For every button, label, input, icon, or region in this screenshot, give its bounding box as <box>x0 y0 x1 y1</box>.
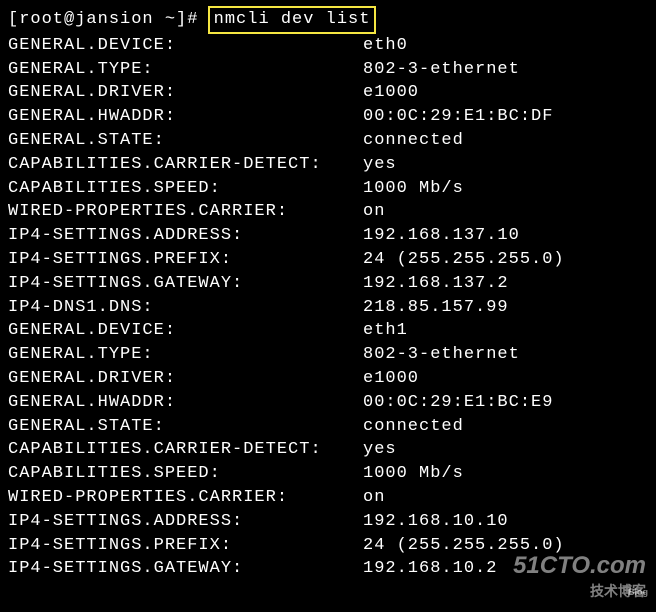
property-value: 24 (255.255.255.0) <box>363 248 565 272</box>
terminal-output: GENERAL.DEVICE:eth0GENERAL.TYPE:802-3-et… <box>8 34 648 581</box>
property-value: 1000 Mb/s <box>363 462 464 486</box>
command-highlight-box: nmcli dev list <box>208 6 377 34</box>
output-row: CAPABILITIES.SPEED:1000 Mb/s <box>8 462 648 486</box>
output-row: GENERAL.DEVICE:eth0 <box>8 34 648 58</box>
property-label: GENERAL.HWADDR: <box>8 391 363 415</box>
output-row: IP4-SETTINGS.GATEWAY:192.168.137.2 <box>8 272 648 296</box>
property-value: 192.168.137.2 <box>363 272 509 296</box>
property-value: connected <box>363 415 464 439</box>
property-label: IP4-SETTINGS.PREFIX: <box>8 248 363 272</box>
output-row: GENERAL.DEVICE:eth1 <box>8 319 648 343</box>
property-value: yes <box>363 438 397 462</box>
terminal-prompt-line[interactable]: [root@jansion ~]# nmcli dev list <box>8 6 648 34</box>
output-row: IP4-DNS1.DNS:218.85.157.99 <box>8 296 648 320</box>
property-label: CAPABILITIES.SPEED: <box>8 462 363 486</box>
property-value: eth1 <box>363 319 408 343</box>
property-value: on <box>363 486 385 510</box>
output-row: GENERAL.STATE:connected <box>8 415 648 439</box>
output-row: GENERAL.STATE:connected <box>8 129 648 153</box>
property-label: GENERAL.DEVICE: <box>8 319 363 343</box>
property-label: CAPABILITIES.SPEED: <box>8 177 363 201</box>
property-label: IP4-SETTINGS.PREFIX: <box>8 534 363 558</box>
property-label: GENERAL.DRIVER: <box>8 367 363 391</box>
output-row: WIRED-PROPERTIES.CARRIER:on <box>8 200 648 224</box>
property-value: yes <box>363 153 397 177</box>
property-value: e1000 <box>363 81 419 105</box>
watermark: 51CTO.com 技术博客 Blog <box>513 549 646 602</box>
output-row: WIRED-PROPERTIES.CARRIER:on <box>8 486 648 510</box>
property-label: GENERAL.DEVICE: <box>8 34 363 58</box>
property-value: 192.168.137.10 <box>363 224 520 248</box>
output-row: IP4-SETTINGS.PREFIX:24 (255.255.255.0) <box>8 248 648 272</box>
output-row: CAPABILITIES.SPEED:1000 Mb/s <box>8 177 648 201</box>
property-label: IP4-SETTINGS.ADDRESS: <box>8 510 363 534</box>
shell-prompt: [root@jansion ~]# <box>8 8 210 32</box>
output-row: CAPABILITIES.CARRIER-DETECT:yes <box>8 438 648 462</box>
property-label: GENERAL.DRIVER: <box>8 81 363 105</box>
output-row: CAPABILITIES.CARRIER-DETECT:yes <box>8 153 648 177</box>
property-label: CAPABILITIES.CARRIER-DETECT: <box>8 438 363 462</box>
watermark-main: 51CTO.com <box>513 549 646 583</box>
property-label: CAPABILITIES.CARRIER-DETECT: <box>8 153 363 177</box>
property-label: IP4-DNS1.DNS: <box>8 296 363 320</box>
property-label: GENERAL.STATE: <box>8 129 363 153</box>
property-value: eth0 <box>363 34 408 58</box>
property-value: 192.168.10.2 <box>363 557 497 581</box>
property-label: GENERAL.TYPE: <box>8 343 363 367</box>
property-value: 218.85.157.99 <box>363 296 509 320</box>
property-value: e1000 <box>363 367 419 391</box>
property-label: GENERAL.STATE: <box>8 415 363 439</box>
property-label: IP4-SETTINGS.ADDRESS: <box>8 224 363 248</box>
output-row: GENERAL.DRIVER:e1000 <box>8 367 648 391</box>
property-value: 00:0C:29:E1:BC:E9 <box>363 391 553 415</box>
property-label: GENERAL.TYPE: <box>8 58 363 82</box>
property-label: WIRED-PROPERTIES.CARRIER: <box>8 486 363 510</box>
property-value: connected <box>363 129 464 153</box>
property-value: 802-3-ethernet <box>363 343 520 367</box>
command-text: nmcli dev list <box>214 10 371 29</box>
output-row: GENERAL.HWADDR:00:0C:29:E1:BC:DF <box>8 105 648 129</box>
property-value: 00:0C:29:E1:BC:DF <box>363 105 553 129</box>
output-row: GENERAL.TYPE:802-3-ethernet <box>8 343 648 367</box>
property-label: IP4-SETTINGS.GATEWAY: <box>8 557 363 581</box>
property-value: 1000 Mb/s <box>363 177 464 201</box>
property-value: 802-3-ethernet <box>363 58 520 82</box>
output-row: IP4-SETTINGS.ADDRESS:192.168.137.10 <box>8 224 648 248</box>
property-label: WIRED-PROPERTIES.CARRIER: <box>8 200 363 224</box>
watermark-sub: 技术博客 Blog <box>513 582 646 602</box>
property-label: IP4-SETTINGS.GATEWAY: <box>8 272 363 296</box>
output-row: IP4-SETTINGS.ADDRESS:192.168.10.10 <box>8 510 648 534</box>
output-row: GENERAL.TYPE:802-3-ethernet <box>8 58 648 82</box>
property-label: GENERAL.HWADDR: <box>8 105 363 129</box>
property-value: 192.168.10.10 <box>363 510 509 534</box>
output-row: GENERAL.DRIVER:e1000 <box>8 81 648 105</box>
output-row: GENERAL.HWADDR:00:0C:29:E1:BC:E9 <box>8 391 648 415</box>
property-value: on <box>363 200 385 224</box>
